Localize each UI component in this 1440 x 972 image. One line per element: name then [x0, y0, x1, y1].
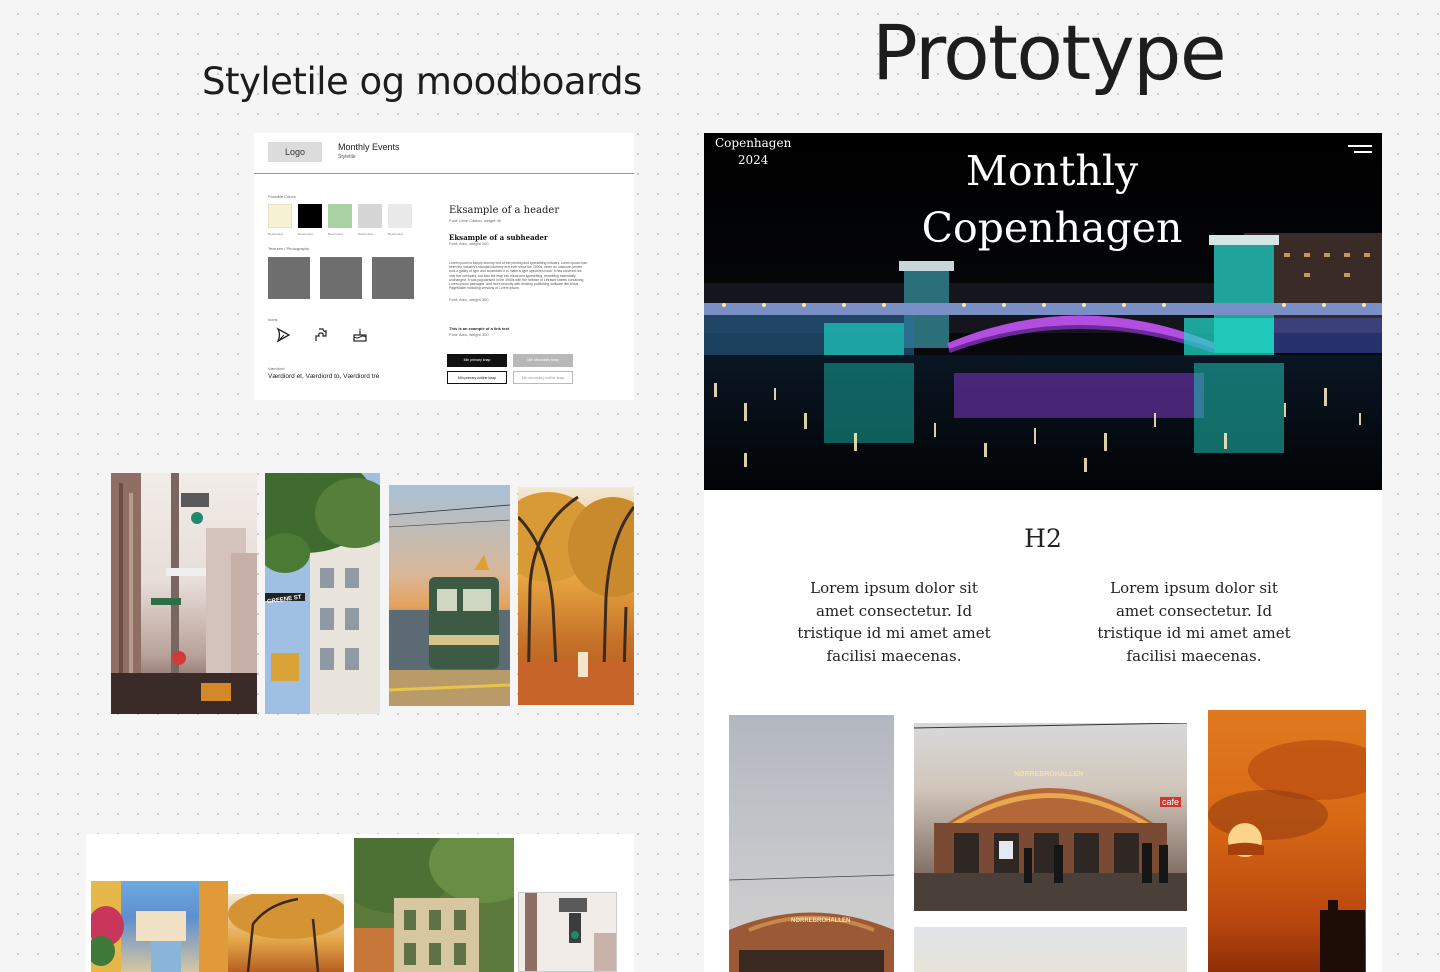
- color-name: Beskrivelse: [268, 232, 284, 236]
- values-text: Værdiord et, Værdiord to, Værdiord tre: [268, 373, 380, 380]
- secondary-button[interactable]: Min secondary knap: [513, 354, 573, 367]
- secondary-outline-button[interactable]: Min secondary outline knap: [513, 371, 573, 384]
- header-meta: Font: Libre Caslon, weight 46: [449, 218, 502, 223]
- prototype-section-title: Prototype: [872, 8, 1227, 97]
- texture-placeholder: [372, 257, 414, 299]
- subheader-meta: Font: Aleo, weight 100: [449, 241, 489, 246]
- styletile-header: Logo Monthly Events Styletile: [254, 133, 634, 174]
- texture-placeholder: [320, 257, 362, 299]
- styletile-card: Logo Monthly Events Styletile Possible C…: [254, 133, 634, 400]
- site-subtitle: Styletile: [338, 154, 356, 160]
- prototype-content: H2 Lorem ipsum dolor sit amet consectetu…: [704, 490, 1382, 972]
- gallery-image-market-dusk: NØRREBROHALLEN: [729, 715, 894, 972]
- gallery-image-market-hall: NØRREBROHALLEN cafe: [914, 723, 1187, 911]
- primary-outline-button[interactable]: Min primary outline knap: [447, 371, 507, 384]
- icons-label: Icons: [268, 317, 278, 322]
- play-icon: [276, 327, 291, 343]
- color-name: Beskrivelse: [358, 232, 374, 236]
- market-sign-text: NØRREBROHALLEN: [791, 918, 851, 924]
- header-example: Eksample of a header: [449, 205, 560, 216]
- link-meta: Font: Aleo, weight 300: [449, 332, 489, 337]
- moodboard-image-train-sea: [389, 485, 510, 706]
- color-swatch: [268, 204, 292, 228]
- site-title: Monthly Events: [338, 142, 400, 152]
- body-meta: Font: Aleo, weight 300: [449, 297, 489, 302]
- puzzle-icon: [315, 328, 327, 341]
- body-text-example: Lorem ipsum is simply dummy text of the …: [449, 261, 587, 291]
- cafe-sign-text: cafe: [1160, 797, 1182, 807]
- color-name: Beskrivelse: [298, 232, 314, 236]
- color-name: Beskrivelse: [388, 232, 404, 236]
- logo-placeholder: Logo: [268, 142, 322, 162]
- color-name: Beskrivelse: [328, 232, 344, 236]
- colors-label: Possible Colors: [268, 194, 296, 199]
- prototype-hero: Copenhagen 2024 Monthly Copenhagen: [704, 133, 1382, 490]
- intro-column-right: Lorem ipsum dolor sit amet consectetur. …: [1097, 579, 1291, 665]
- moodboard-image-autumn-trees: [228, 894, 344, 972]
- color-swatch: [298, 204, 322, 228]
- intro-column-left: Lorem ipsum dolor sit amet consectetur. …: [797, 579, 991, 665]
- color-swatch: [358, 204, 382, 228]
- section-heading: H2: [1024, 524, 1062, 553]
- market-hall-sign-text: NØRREBROHALLEN: [1014, 771, 1084, 778]
- hamburger-menu-icon[interactable]: [1348, 145, 1372, 155]
- texture-placeholder: [268, 257, 310, 299]
- moodboard-image-autumn-avenue: [518, 487, 634, 705]
- styletile-section-title: Styletile og moodboards: [202, 60, 642, 103]
- textures-label: Textures / Photography: [268, 246, 310, 251]
- link-text-example: This is an example of a link text: [449, 326, 510, 331]
- hero-title: Monthly Copenhagen: [704, 143, 1382, 257]
- color-swatch: [328, 204, 352, 228]
- moodboard-image-traffic-light: [518, 892, 617, 972]
- primary-button[interactable]: Min primary knap: [447, 354, 507, 367]
- values-label: Værdiord: [268, 366, 285, 371]
- color-swatch: [388, 204, 412, 228]
- moodboard-image-green-building: [354, 838, 514, 972]
- moodboard-image-coastal-town: [91, 881, 228, 972]
- moodboard-image-tree-building: GREENE ST: [265, 473, 380, 714]
- hero-title-line2: Copenhagen: [921, 204, 1183, 252]
- moodboard-image-city-street: [111, 473, 257, 714]
- gallery-image-sunset: [1208, 710, 1366, 972]
- gallery-image-sky: [914, 927, 1187, 972]
- cake-icon: [353, 328, 367, 342]
- hero-title-line1: Monthly: [965, 147, 1139, 195]
